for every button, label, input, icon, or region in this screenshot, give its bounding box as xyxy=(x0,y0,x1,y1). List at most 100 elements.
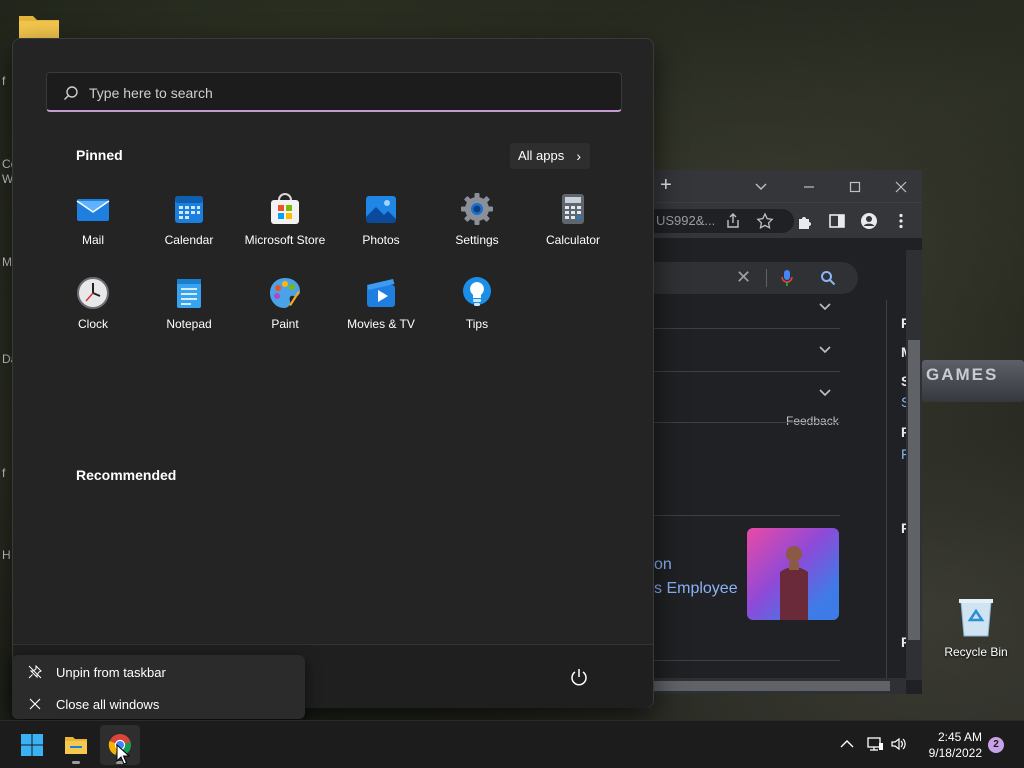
start-menu: Pinned All apps › Mail Calendar Microsof… xyxy=(12,38,654,708)
unpin-label: Unpin from taskbar xyxy=(56,665,166,680)
search-divider xyxy=(766,269,767,287)
feedback-link[interactable]: Feedback xyxy=(786,414,839,428)
unpin-from-taskbar-item[interactable]: Unpin from taskbar xyxy=(12,657,305,687)
recycle-bin[interactable]: Recycle Bin xyxy=(944,596,1008,659)
presenter-image xyxy=(780,546,808,620)
bookmark-star-icon[interactable] xyxy=(756,212,774,230)
pinned-app-movies-tv[interactable]: Movies & TV xyxy=(333,269,429,341)
minimize-icon[interactable] xyxy=(802,180,816,194)
browser-toolbar: US992&... xyxy=(654,202,922,238)
new-tab-button[interactable]: + xyxy=(660,174,672,197)
tips-icon xyxy=(463,277,491,306)
extensions-icon[interactable] xyxy=(796,212,814,230)
system-clock[interactable]: 2:45 AM 9/18/2022 xyxy=(912,729,982,761)
pinned-app-tips[interactable]: Tips xyxy=(429,269,525,341)
news-thumbnail[interactable] xyxy=(747,528,839,620)
pinned-app-paint[interactable]: Paint xyxy=(237,269,333,341)
mail-icon xyxy=(76,199,110,221)
calendar-icon xyxy=(175,196,203,223)
google-search-bar[interactable]: ✕ xyxy=(654,262,858,294)
chevron-down-icon[interactable] xyxy=(818,386,832,400)
folder-icon[interactable] xyxy=(18,12,60,40)
pinned-app-notepad[interactable]: Notepad xyxy=(141,269,237,341)
voice-search-icon[interactable] xyxy=(780,269,794,287)
wallpaper-gamespot-logo: GAMES xyxy=(922,360,1024,402)
search-icon[interactable] xyxy=(820,270,836,286)
notification-badge[interactable]: 2 xyxy=(988,737,1004,753)
movies-icon xyxy=(367,279,395,307)
recommended-heading: Recommended xyxy=(76,467,177,483)
app-label: Tips xyxy=(465,317,489,331)
search-icon xyxy=(64,86,78,100)
close-icon[interactable] xyxy=(894,180,908,194)
pinned-app-photos[interactable]: Photos xyxy=(333,185,429,257)
tab-strip: + xyxy=(654,170,922,202)
divider xyxy=(654,371,840,372)
menu-kebab-icon[interactable] xyxy=(892,212,910,230)
desktop-icon-label: f xyxy=(2,466,6,480)
windows-logo-icon xyxy=(21,734,43,756)
desktop-icon-label: f xyxy=(2,74,6,88)
unpin-icon xyxy=(28,665,42,679)
divider xyxy=(654,515,840,516)
tab-search-icon[interactable] xyxy=(754,180,768,194)
divider xyxy=(654,422,840,423)
photos-icon xyxy=(366,196,396,223)
pinned-app-mail[interactable]: Mail xyxy=(45,185,141,257)
taskbar-jump-list: Unpin from taskbar Close all windows xyxy=(12,655,305,719)
start-button[interactable] xyxy=(12,725,52,765)
maximize-icon[interactable] xyxy=(848,180,862,194)
pinned-app-settings[interactable]: Settings xyxy=(429,185,525,257)
pinned-app-clock[interactable]: Clock xyxy=(45,269,141,341)
file-explorer-icon xyxy=(65,737,87,754)
store-icon xyxy=(271,193,299,224)
app-label: Microsoft Store xyxy=(244,233,326,247)
chevron-down-icon[interactable] xyxy=(818,343,832,357)
mouse-cursor-icon xyxy=(116,744,130,765)
app-label: Mail xyxy=(81,233,104,247)
app-label: Clock xyxy=(77,317,108,331)
desktop-icon-label: M xyxy=(2,255,12,269)
settings-icon xyxy=(461,193,493,225)
network-icon[interactable] xyxy=(866,735,884,753)
search-input[interactable] xyxy=(89,82,589,104)
file-explorer-button[interactable] xyxy=(56,725,96,765)
pinned-app-calendar[interactable]: Calendar xyxy=(141,185,237,257)
clock-date: 9/18/2022 xyxy=(928,746,982,760)
clear-search-icon[interactable]: ✕ xyxy=(736,267,751,288)
scrollbar-thumb[interactable] xyxy=(654,681,890,691)
browser-window[interactable]: + US992&... ✕ Feedback on s Employee xyxy=(654,170,922,694)
profile-icon[interactable] xyxy=(860,212,878,230)
chevron-down-icon[interactable] xyxy=(818,300,832,314)
taskbar: 2:45 AM 9/18/2022 2 xyxy=(0,720,1024,768)
start-search-box[interactable] xyxy=(46,72,622,112)
close-icon xyxy=(29,698,41,710)
paint-icon xyxy=(270,278,300,308)
vertical-scrollbar[interactable] xyxy=(906,250,922,680)
recycle-bin-icon xyxy=(959,599,993,637)
divider xyxy=(654,660,840,661)
pinned-app-microsoft-store[interactable]: Microsoft Store xyxy=(237,185,333,257)
close-all-windows-item[interactable]: Close all windows xyxy=(12,689,305,719)
all-apps-button[interactable]: All apps › xyxy=(510,143,590,169)
calculator-icon xyxy=(562,194,584,224)
power-icon[interactable] xyxy=(569,667,589,687)
app-label: Paint xyxy=(271,317,299,331)
chevron-up-icon[interactable] xyxy=(838,735,856,753)
close-all-label: Close all windows xyxy=(56,697,160,712)
app-label: Notepad xyxy=(166,317,212,331)
knowledge-panel: R M S S F F R R xyxy=(886,300,913,694)
news-headline-line1[interactable]: on xyxy=(654,556,672,574)
horizontal-scrollbar[interactable] xyxy=(654,678,906,694)
share-icon[interactable] xyxy=(724,212,742,230)
news-headline-line2[interactable]: s Employee xyxy=(654,580,738,598)
scrollbar-thumb[interactable] xyxy=(908,340,920,640)
app-label: Calculator xyxy=(545,233,601,247)
pinned-app-calculator[interactable]: Calculator xyxy=(525,185,621,257)
pinned-heading: Pinned xyxy=(76,147,123,163)
side-panel-icon[interactable] xyxy=(828,212,846,230)
volume-icon[interactable] xyxy=(890,735,908,753)
clock-icon xyxy=(77,277,109,309)
recycle-bin-label: Recycle Bin xyxy=(944,645,1008,659)
chevron-right-icon: › xyxy=(576,148,581,164)
